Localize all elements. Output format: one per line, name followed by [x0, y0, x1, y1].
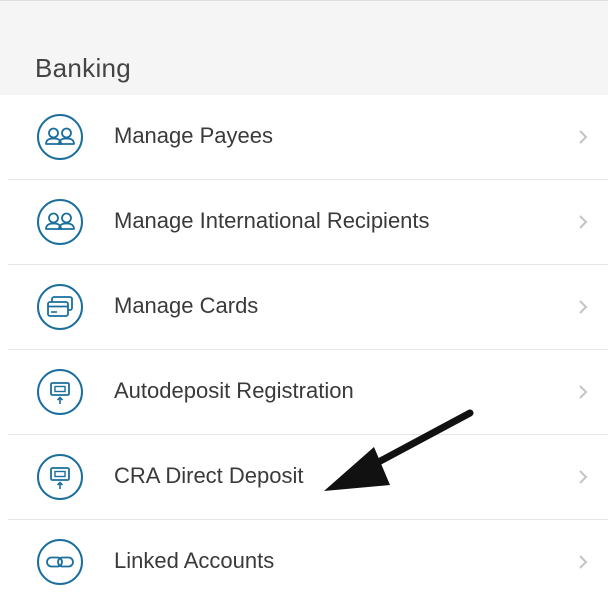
menu-item-label: Manage Payees — [114, 123, 273, 148]
menu-item-label: Manage International Recipients — [114, 208, 430, 233]
people-icon — [36, 113, 84, 161]
chevron-right-icon — [576, 466, 590, 488]
deposit-icon — [36, 368, 84, 416]
menu-item-label: Linked Accounts — [114, 548, 275, 573]
menu-item-autodeposit-registration[interactable]: Autodeposit Registration — [8, 350, 608, 435]
cards-icon — [36, 283, 84, 331]
menu-item-label: Autodeposit Registration — [114, 378, 354, 403]
deposit-icon — [36, 453, 84, 501]
menu-item-cra-direct-deposit[interactable]: CRA Direct Deposit — [8, 435, 608, 520]
link-icon — [36, 538, 84, 586]
section-header: Banking — [0, 0, 608, 95]
chevron-right-icon — [576, 296, 590, 318]
section-title: Banking — [35, 53, 132, 83]
menu-item-manage-international-recipients[interactable]: Manage International Recipients — [8, 180, 608, 265]
menu-item-linked-accounts[interactable]: Linked Accounts — [8, 520, 608, 610]
menu-item-manage-payees[interactable]: Manage Payees — [8, 95, 608, 180]
menu-item-label: CRA Direct Deposit — [114, 463, 304, 488]
chevron-right-icon — [576, 551, 590, 573]
people-icon — [36, 198, 84, 246]
banking-menu-list: Manage Payees Manage International Recip… — [8, 95, 608, 610]
chevron-right-icon — [576, 211, 590, 233]
chevron-right-icon — [576, 126, 590, 148]
menu-item-label: Manage Cards — [114, 293, 259, 318]
menu-item-manage-cards[interactable]: Manage Cards — [8, 265, 608, 350]
chevron-right-icon — [576, 381, 590, 403]
